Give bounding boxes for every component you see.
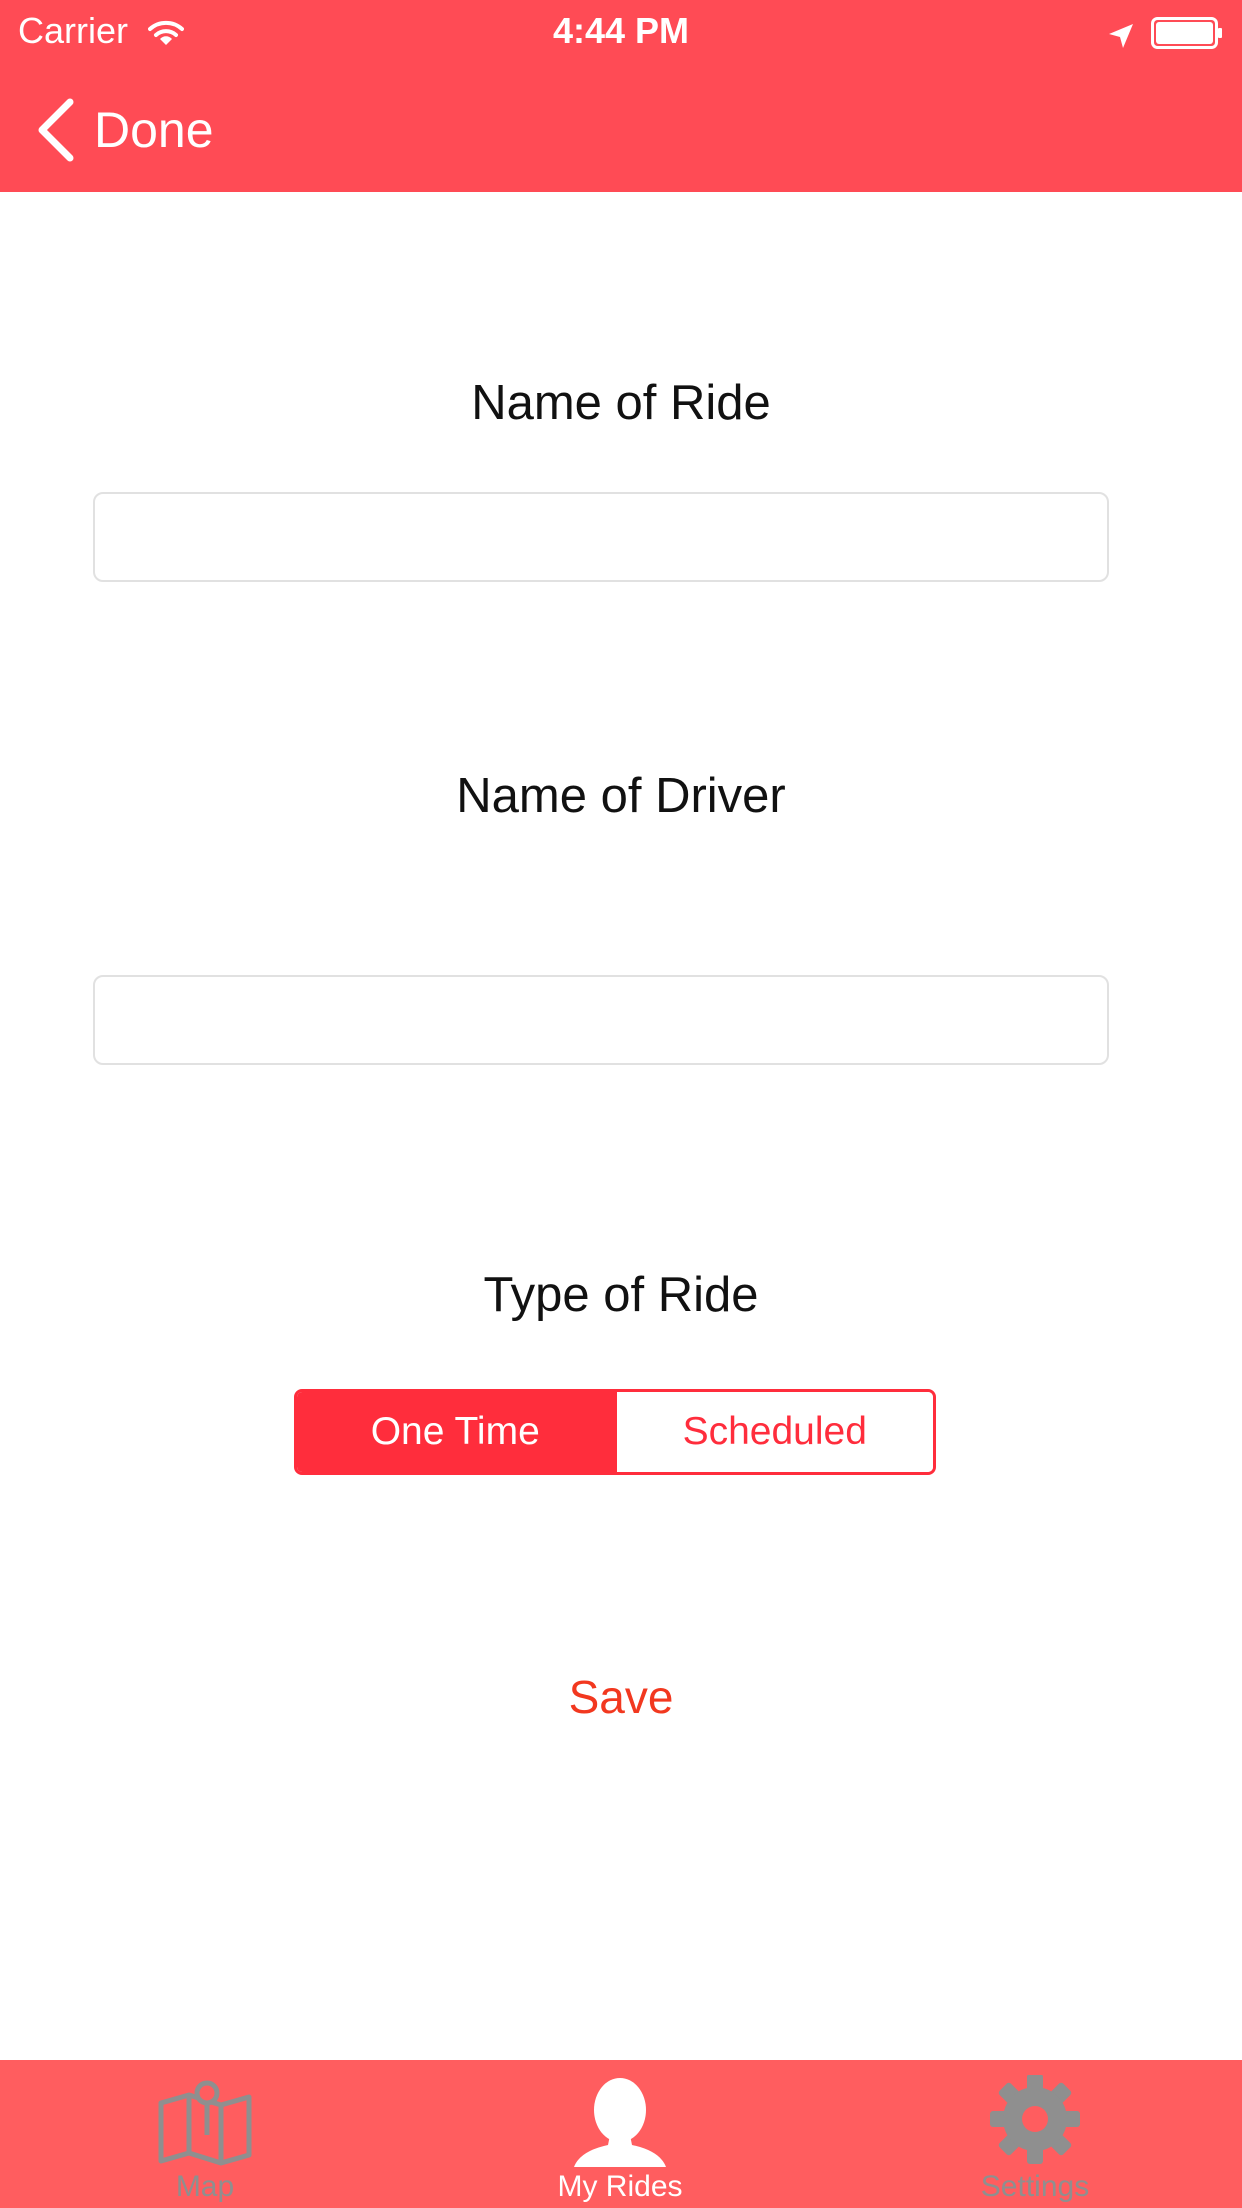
driver-name-input[interactable] [93,975,1109,1065]
back-button[interactable]: Done [34,95,214,165]
tab-settings[interactable]: Settings [885,2060,1185,2208]
location-arrow-icon [1107,17,1135,59]
ride-name-input[interactable] [93,492,1109,582]
gear-icon [990,2075,1080,2164]
map-icon [158,2080,252,2166]
navigation-bar: Carrier 4:44 PM Done [0,0,1242,192]
status-bar: Carrier 4:44 PM [0,0,1242,62]
tab-bar: Map My Rides Settings [0,2060,1242,2208]
tab-map[interactable]: Map [55,2060,355,2208]
chevron-left-icon [34,98,78,162]
tab-my-rides-label: My Rides [557,2170,683,2203]
person-icon [574,2078,666,2167]
segment-scheduled[interactable]: Scheduled [613,1392,933,1472]
battery-icon [1151,16,1223,58]
tab-my-rides[interactable]: My Rides [470,2060,770,2208]
back-button-label: Done [94,102,214,158]
driver-name-label: Name of Driver [456,769,786,823]
save-button[interactable]: Save [0,1670,1242,1724]
ride-name-label: Name of Ride [471,376,771,430]
segment-one-time[interactable]: One Time [297,1392,614,1472]
tab-map-label: Map [175,2170,235,2203]
ride-type-label: Type of Ride [483,1268,759,1322]
status-time: 4:44 PM [552,10,690,51]
tab-settings-label: Settings [980,2170,1090,2203]
ride-type-segmented-control: One Time Scheduled [294,1389,936,1475]
